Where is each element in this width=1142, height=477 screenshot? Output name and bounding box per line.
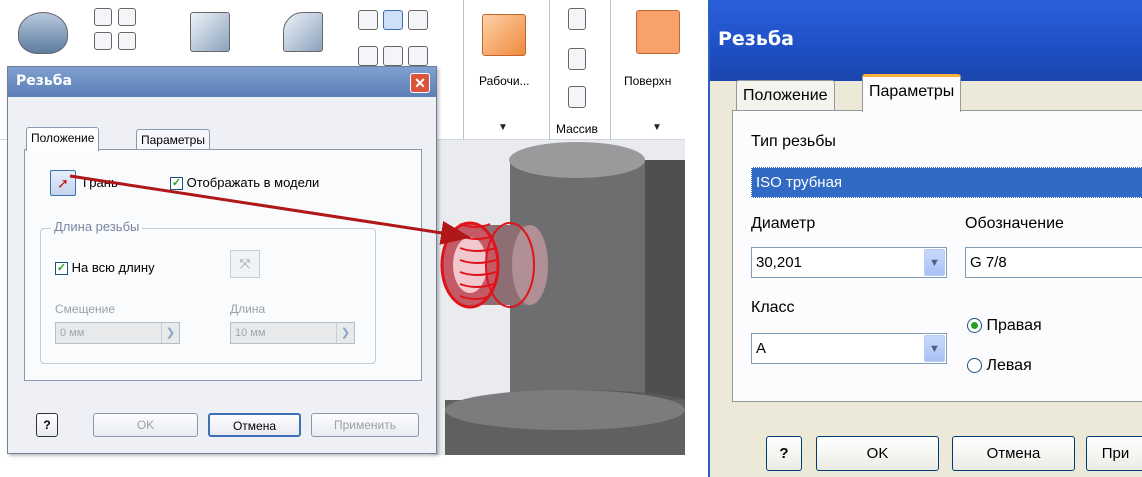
radio-empty-icon[interactable]: [967, 358, 982, 374]
ok-button[interactable]: OK: [93, 413, 198, 437]
radio-selected-icon[interactable]: [967, 318, 982, 334]
diameter-select[interactable]: 30,201 ▼: [751, 247, 947, 278]
thread-dialog-large: Резьба Положение Параметры Тип резьбы IS…: [708, 0, 1142, 477]
left-hand-radio[interactable]: Левая: [967, 357, 1032, 375]
chevron-down-icon[interactable]: ▼: [924, 249, 945, 276]
tab-specification[interactable]: Параметры: [862, 74, 962, 112]
help-button[interactable]: ?: [36, 413, 58, 437]
ok-button[interactable]: OK: [816, 436, 939, 471]
length-input: 10 мм ❯: [230, 322, 355, 344]
left-hand-label: Левая: [986, 357, 1032, 374]
specification-panel: Тип резьбы ISO трубная Диаметр Обозначен…: [732, 110, 1142, 402]
spin-arrow-icon: ❯: [336, 323, 354, 343]
right-hand-radio[interactable]: Правая: [967, 317, 1042, 335]
tab-location[interactable]: Положение: [736, 80, 835, 112]
spin-arrow-icon: ❯: [161, 323, 179, 343]
designation-select[interactable]: G 7/8: [965, 247, 1142, 278]
designation-label: Обозначение: [965, 215, 1064, 232]
dialog-title: Резьба: [710, 0, 1142, 81]
help-button[interactable]: ?: [766, 436, 802, 471]
class-select[interactable]: A ▼: [751, 333, 947, 364]
offset-input: 0 мм ❯: [55, 322, 180, 344]
thread-type-select[interactable]: ISO трубная: [751, 167, 1142, 198]
class-label: Класс: [751, 299, 795, 316]
tab-location[interactable]: Положение: [26, 127, 100, 151]
chevron-down-icon[interactable]: ▼: [924, 335, 945, 362]
apply-button[interactable]: При: [1086, 436, 1142, 471]
thread-type-label: Тип резьбы: [751, 133, 836, 150]
right-hand-label: Правая: [986, 317, 1042, 334]
offset-label: Смещение: [55, 302, 116, 316]
cancel-button[interactable]: Отмена: [208, 413, 301, 437]
pointer-arrow-icon: [69, 174, 471, 245]
diameter-label: Диаметр: [751, 215, 816, 232]
length-label: Длина: [230, 302, 266, 316]
apply-button[interactable]: Применить: [311, 413, 419, 437]
cancel-button[interactable]: Отмена: [952, 436, 1075, 471]
